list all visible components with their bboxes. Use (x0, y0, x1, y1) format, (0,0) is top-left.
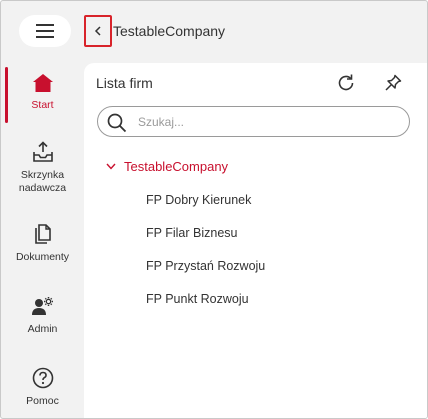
pin-button[interactable] (380, 70, 406, 96)
nav-label-outbox: Skrzynka nadawcza (18, 169, 67, 194)
nav-label-documents: Dokumenty (15, 251, 70, 263)
admin-icon (31, 297, 53, 315)
tree-child-item[interactable]: FP Przystań Rozwoju (146, 259, 265, 273)
chevron-down-icon[interactable] (106, 163, 116, 170)
chevron-left-icon (94, 26, 101, 36)
tree-root-item[interactable]: TestableCompany (106, 159, 228, 174)
nav-label-start: Start (31, 99, 54, 111)
home-icon (32, 74, 53, 92)
nav-label-help: Pomoc (26, 395, 59, 407)
hamburger-icon (36, 24, 54, 38)
nav-item-documents[interactable]: Dokumenty (1, 223, 84, 264)
app-window: TestableCompany Start Skrzynka nadawcza (0, 0, 428, 419)
documents-icon (34, 224, 51, 244)
tree-root-label: TestableCompany (124, 159, 229, 174)
search-icon (107, 113, 127, 133)
search-input[interactable] (138, 113, 398, 131)
panel-title: Lista firm (96, 75, 153, 91)
page-title: TestableCompany (113, 23, 226, 39)
search-field[interactable] (97, 106, 410, 137)
help-icon (32, 367, 53, 389)
nav-label-admin: Admin (27, 323, 58, 335)
back-button[interactable] (84, 15, 112, 47)
company-list-panel: Lista firm TestableCompany (84, 63, 427, 418)
tree-child-item[interactable]: FP Filar Biznesu (146, 226, 237, 240)
pin-icon (385, 74, 402, 91)
nav-item-admin[interactable]: Admin (1, 295, 84, 336)
nav-item-outbox[interactable]: Skrzynka nadawcza (1, 141, 84, 195)
tree-child-item[interactable]: FP Punkt Rozwoju (146, 292, 249, 306)
refresh-button[interactable] (333, 70, 359, 96)
outbox-icon (32, 141, 53, 162)
menu-button[interactable] (19, 15, 71, 47)
refresh-icon (338, 74, 354, 91)
nav-item-help[interactable]: Pomoc (1, 367, 84, 408)
tree-child-item[interactable]: FP Dobry Kierunek (146, 193, 251, 207)
nav-item-start[interactable]: Start (1, 73, 84, 112)
